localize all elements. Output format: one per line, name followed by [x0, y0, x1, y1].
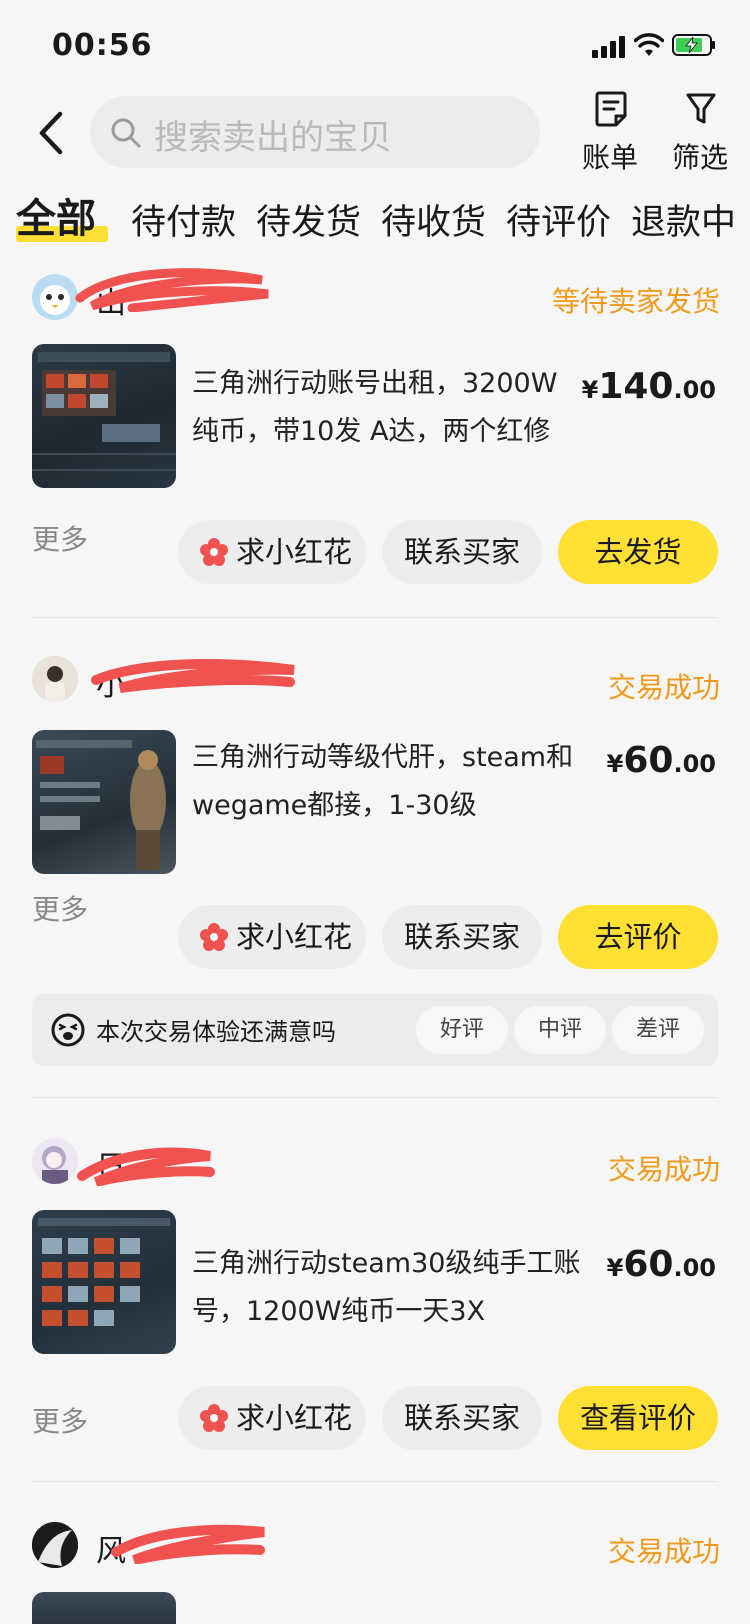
red-flower-icon: [200, 923, 228, 951]
red-flower-icon: [200, 1404, 228, 1432]
product-title[interactable]: 三角洲行动账号出租，3200W纯币，带10发 A达，两个红修: [192, 360, 582, 456]
order-card[interactable]: 风 交易成功: [0, 1520, 750, 1624]
contact-buyer-button[interactable]: 联系买家: [382, 905, 542, 969]
buyer-avatar[interactable]: [32, 1138, 78, 1184]
search-input[interactable]: 搜索卖出的宝贝: [90, 96, 540, 168]
request-flower-label: 求小红花: [236, 535, 353, 569]
red-flower-icon: [200, 538, 228, 566]
divider: [32, 1481, 718, 1482]
price-decimal: .00: [673, 750, 716, 778]
order-status: 等待卖家发货: [551, 285, 720, 318]
price-decimal: .00: [673, 1254, 716, 1282]
bill-icon: [595, 91, 627, 127]
smiley-face-icon: [51, 1013, 85, 1047]
tab-pending-shipment[interactable]: 待发货: [256, 194, 361, 245]
request-flower-button[interactable]: 求小红花: [178, 905, 366, 969]
bill-button[interactable]: 账单: [570, 90, 650, 176]
order-status: 交易成功: [607, 1153, 720, 1186]
price-currency: ¥: [581, 376, 599, 404]
tab-pending-review[interactable]: 待评价: [506, 194, 611, 245]
order-status-tabs: 全部 待付款 待发货 待收货 待评价 退款中: [0, 186, 750, 248]
product-title[interactable]: 三角洲行动steam30级纯手工账号，1200W纯币一天3X: [192, 1240, 582, 1336]
redaction-scribble: [77, 1147, 215, 1186]
price-integer: 60: [623, 740, 674, 781]
more-button[interactable]: 更多: [32, 518, 88, 558]
redaction-scribble: [75, 268, 269, 312]
cellular-signal-icon: [592, 36, 626, 58]
review-button[interactable]: 去评价: [558, 905, 718, 969]
product-price: ¥60.00: [607, 740, 716, 781]
status-bar: 00:56: [0, 0, 750, 90]
view-review-button[interactable]: 查看评价: [558, 1386, 718, 1450]
product-thumbnail[interactable]: [32, 1592, 176, 1624]
tab-refunding[interactable]: 退款中: [631, 194, 736, 245]
product-price: ¥60.00: [607, 1244, 716, 1285]
redaction-scribble: [91, 659, 295, 693]
search-icon: [111, 118, 141, 148]
order-card[interactable]: 小 交易成功 三角洲行动等级代肝，steam和wegame都接，1-30级 ¥6…: [0, 654, 750, 1074]
divider: [32, 617, 718, 618]
status-time: 00:56: [52, 28, 153, 63]
more-button[interactable]: 更多: [32, 888, 88, 928]
request-flower-button[interactable]: 求小红花: [178, 520, 366, 584]
price-currency: ¥: [606, 1254, 624, 1282]
rating-question: 本次交易体验还满意吗: [96, 1018, 336, 1046]
product-thumbnail[interactable]: [32, 344, 176, 488]
filter-button[interactable]: 筛选: [660, 90, 740, 176]
order-status: 交易成功: [607, 671, 720, 704]
product-price: ¥140.00: [582, 366, 716, 407]
neutral-review-button[interactable]: 中评: [514, 1006, 606, 1054]
product-thumbnail[interactable]: [32, 1210, 176, 1354]
buyer-avatar[interactable]: [32, 656, 78, 702]
price-decimal: .00: [673, 376, 716, 404]
order-status: 交易成功: [607, 1535, 720, 1568]
request-flower-button[interactable]: 求小红花: [178, 1386, 366, 1450]
back-button[interactable]: [30, 108, 74, 158]
ship-button[interactable]: 去发货: [558, 520, 718, 584]
order-card[interactable]: 山 等待卖家发货 三角洲行动账号出租，3200W纯币，带10发 A达，两个红修 …: [0, 268, 750, 618]
product-thumbnail[interactable]: [32, 730, 176, 874]
request-flower-label: 求小红花: [236, 920, 353, 954]
bad-review-button[interactable]: 差评: [612, 1006, 704, 1054]
wifi-icon: [634, 33, 664, 56]
rating-prompt: 本次交易体验还满意吗 好评 中评 差评: [32, 994, 718, 1066]
order-card[interactable]: 日 交易成功 三角洲行动steam30级纯手工账号，1200W纯币一天3X ¥6…: [0, 1136, 750, 1476]
contact-buyer-button[interactable]: 联系买家: [382, 1386, 542, 1450]
more-button[interactable]: 更多: [32, 1400, 88, 1440]
tab-pending-payment[interactable]: 待付款: [131, 194, 236, 245]
filter-label: 筛选: [671, 141, 728, 174]
request-flower-label: 求小红花: [236, 1401, 353, 1435]
bill-label: 账单: [581, 141, 638, 174]
price-integer: 60: [623, 1244, 674, 1285]
filter-icon: [686, 93, 716, 124]
contact-buyer-button[interactable]: 联系买家: [382, 520, 542, 584]
good-review-button[interactable]: 好评: [416, 1006, 508, 1054]
search-placeholder: 搜索卖出的宝贝: [154, 118, 392, 158]
battery-charging-icon: [672, 34, 715, 56]
divider: [32, 1097, 718, 1098]
buyer-avatar[interactable]: [32, 1522, 78, 1568]
product-title[interactable]: 三角洲行动等级代肝，steam和wegame都接，1-30级: [192, 734, 582, 830]
redaction-scribble: [111, 1524, 265, 1564]
tab-pending-receipt[interactable]: 待收货: [381, 194, 486, 245]
price-integer: 140: [598, 366, 674, 407]
tab-all[interactable]: 全部: [16, 186, 96, 244]
price-currency: ¥: [606, 750, 624, 778]
